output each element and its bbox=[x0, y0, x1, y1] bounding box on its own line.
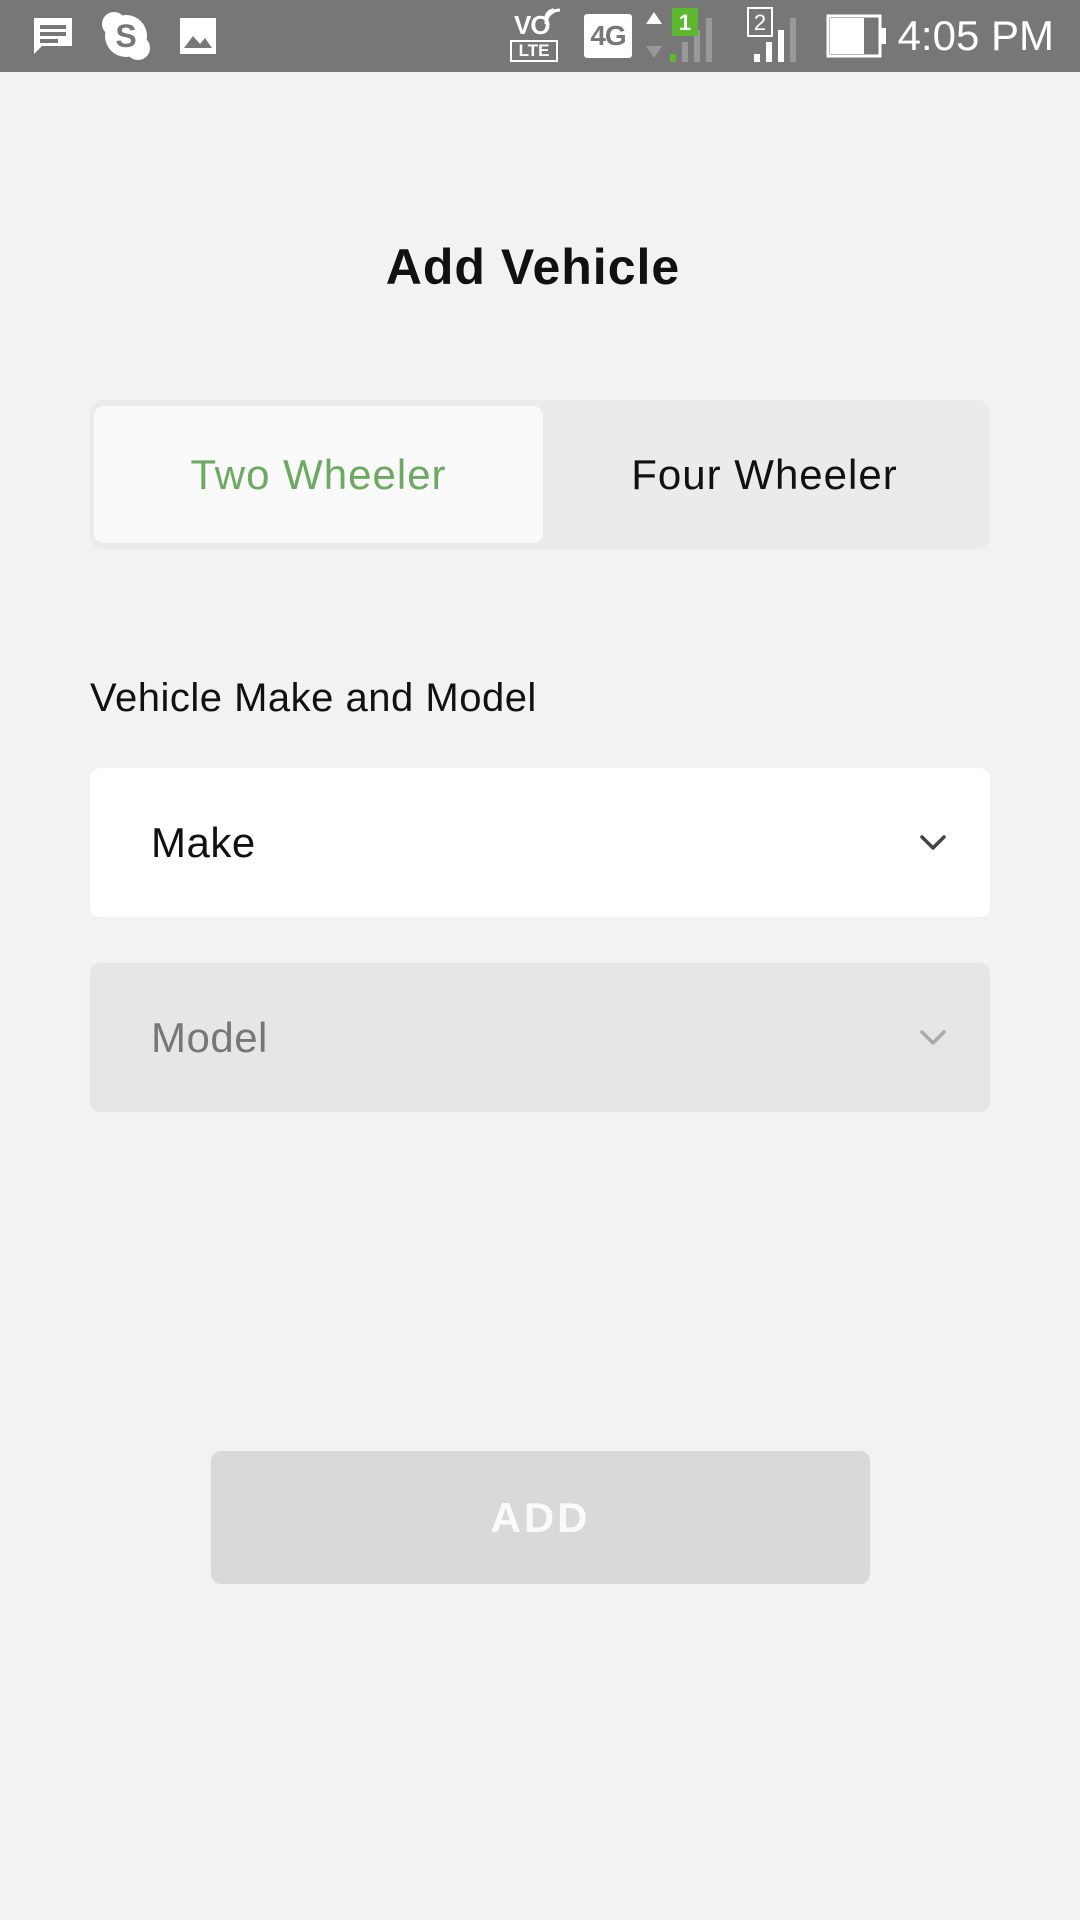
volte-icon: VO LTE bbox=[510, 8, 561, 64]
add-button[interactable]: ADD bbox=[211, 1451, 870, 1584]
svg-text:S: S bbox=[115, 18, 136, 54]
skype-icon: S bbox=[100, 0, 152, 72]
chevron-down-icon bbox=[920, 835, 946, 850]
message-icon bbox=[30, 0, 76, 72]
model-dropdown-label: Model bbox=[151, 1013, 268, 1061]
make-dropdown[interactable]: Make bbox=[90, 768, 990, 917]
signal-sim2-icon: 2 bbox=[746, 0, 806, 72]
signal-sim1-icon: 1 bbox=[642, 0, 726, 72]
battery-icon bbox=[826, 0, 888, 72]
image-icon bbox=[178, 0, 218, 72]
volte-bottom-label: LTE bbox=[510, 40, 558, 62]
two-wheeler-tab[interactable]: Two Wheeler bbox=[94, 406, 543, 543]
vehicle-type-toggle: Two Wheeler Four Wheeler bbox=[90, 400, 990, 549]
sim1-badge: 1 bbox=[679, 10, 691, 35]
sim2-badge: 2 bbox=[754, 10, 766, 35]
chevron-down-icon bbox=[920, 1030, 946, 1045]
four-wheeler-tab[interactable]: Four Wheeler bbox=[543, 406, 986, 543]
page-title: Add Vehicle bbox=[385, 239, 681, 295]
4g-icon: 4G bbox=[584, 14, 632, 58]
status-bar: S VO LTE 4G 1 2 4:05 PM bbox=[0, 0, 1080, 72]
make-model-section-label: Vehicle Make and Model bbox=[90, 676, 537, 720]
model-dropdown[interactable]: Model bbox=[90, 963, 990, 1112]
status-time: 4:05 PM bbox=[897, 12, 1054, 59]
make-dropdown-label: Make bbox=[151, 818, 256, 866]
